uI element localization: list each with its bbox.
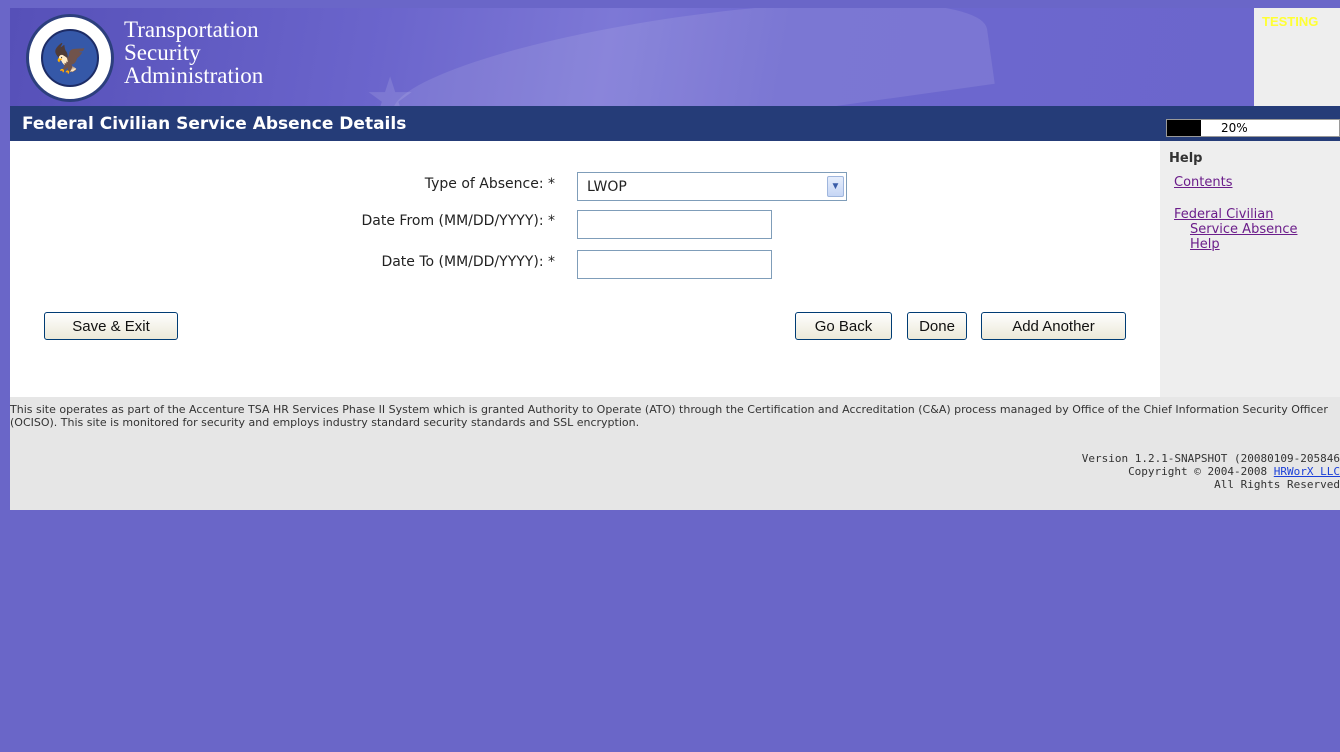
- progress-label: 20%: [1221, 121, 1248, 135]
- go-back-button[interactable]: Go Back: [795, 312, 892, 340]
- date-to-label: Date To (MM/DD/YYYY): *: [381, 254, 555, 270]
- add-another-button[interactable]: Add Another: [981, 312, 1126, 340]
- date-to-input[interactable]: [577, 250, 772, 279]
- page-container: ★ 🦅 Transportation Security Administrati…: [10, 8, 1340, 510]
- help-absence-line-3: Help: [1190, 237, 1220, 252]
- help-absence-link[interactable]: Federal Civilian Service Absence Help: [1174, 207, 1334, 252]
- agency-line-2: Security: [124, 40, 201, 65]
- security-disclaimer: This site operates as part of the Accent…: [10, 403, 1328, 429]
- footer: This site operates as part of the Accent…: [10, 397, 1340, 510]
- help-heading: Help: [1169, 151, 1203, 166]
- progress-bar: 20%: [1166, 119, 1340, 137]
- done-button[interactable]: Done: [907, 312, 967, 340]
- help-absence-line-1: Federal Civilian: [1174, 207, 1274, 222]
- flag-wave-decoration: [385, 8, 995, 106]
- help-sidebar: Help Contents Federal Civilian Service A…: [1160, 141, 1340, 397]
- star-icon: ★: [365, 66, 416, 107]
- progress-fill: [1167, 120, 1202, 136]
- type-of-absence-value: LWOP: [587, 179, 627, 195]
- agency-name: Transportation Security Administration: [124, 18, 263, 87]
- agency-line-1: Transportation: [124, 17, 259, 42]
- rights-text: All Rights Reserved: [1214, 478, 1340, 491]
- page-title: Federal Civilian Service Absence Details: [22, 114, 407, 134]
- version-info: Version 1.2.1-SNAPSHOT (20080109-205846 …: [1082, 452, 1340, 491]
- copyright-text: Copyright © 2004-2008: [1128, 465, 1274, 478]
- chevron-down-icon[interactable]: ▼: [827, 176, 844, 197]
- date-from-label: Date From (MM/DD/YYYY): *: [361, 213, 556, 229]
- environment-box: TESTING: [1254, 8, 1340, 106]
- dhs-seal-icon: 🦅: [26, 14, 114, 102]
- progress-strip: 20%: [1160, 106, 1340, 141]
- agency-line-3: Administration: [124, 63, 264, 88]
- header-banner: ★ 🦅 Transportation Security Administrati…: [10, 8, 1254, 106]
- save-exit-button[interactable]: Save & Exit: [44, 312, 178, 340]
- testing-label: TESTING: [1262, 14, 1319, 29]
- copyright-line: Copyright © 2004-2008 HRWorX LLC: [1082, 465, 1340, 478]
- title-bar: Federal Civilian Service Absence Details: [10, 106, 1160, 141]
- help-absence-line-2: Service Absence: [1190, 222, 1298, 237]
- version-text: Version 1.2.1-SNAPSHOT (20080109-205846: [1081, 452, 1340, 465]
- date-from-input[interactable]: [577, 210, 772, 239]
- vendor-link[interactable]: HRWorX LLC: [1274, 465, 1340, 478]
- type-of-absence-select[interactable]: LWOP ▼: [577, 172, 847, 201]
- type-of-absence-label: Type of Absence: *: [424, 176, 555, 192]
- help-contents-link[interactable]: Contents: [1174, 175, 1232, 190]
